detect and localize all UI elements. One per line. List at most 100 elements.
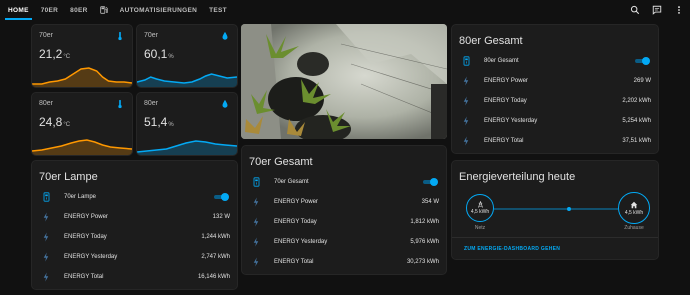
lamp-toggle-switch[interactable] xyxy=(213,193,229,201)
search-icon[interactable] xyxy=(630,5,640,15)
gesamt-80er-toggle-switch[interactable] xyxy=(634,57,650,65)
sensor-card-80er-humidity[interactable]: 80er 51,4% xyxy=(136,92,238,156)
row-value: 1,244 kWh xyxy=(201,234,230,240)
row-label: ENERGY Total xyxy=(274,259,314,265)
tab-test[interactable]: TEST xyxy=(203,0,233,20)
row-label: ENERGY Today xyxy=(274,219,317,225)
switch-row[interactable]: 80er Gesamt xyxy=(452,51,658,71)
sensor-row-yesterday[interactable]: ENERGY Yesterday 2,747 kWh xyxy=(32,247,237,267)
card-title: 70er Gesamt xyxy=(249,156,313,168)
row-value: 1,812 kWh xyxy=(410,219,439,225)
energy-dashboard-link[interactable]: ZUM ENERGIE-DASHBOARD GEHEN xyxy=(464,246,560,252)
row-label: ENERGY Yesterday xyxy=(64,254,118,260)
grid-label: Netz xyxy=(474,225,486,231)
transmission-tower-icon xyxy=(477,201,483,208)
plant-photo xyxy=(241,24,447,139)
entities-card-80er-gesamt: 80er Gesamt 80er Gesamt ENERGY Power 269… xyxy=(451,24,659,154)
lightning-bolt-icon xyxy=(463,136,469,146)
card-title: 80er Gesamt xyxy=(459,35,523,47)
grid-value: 4,5 kWh xyxy=(470,209,490,215)
lightning-bolt-icon xyxy=(463,116,469,126)
lightning-bolt-icon xyxy=(43,212,49,222)
row-label: ENERGY Total xyxy=(64,274,104,280)
tab-home[interactable]: HOME xyxy=(2,0,35,20)
lightning-bolt-icon xyxy=(43,232,49,242)
sensor-row-power[interactable]: ENERGY Power 269 W xyxy=(452,71,658,91)
energy-distribution-card: Energieverteilung heute 4,5 kWh Netz 4,5… xyxy=(451,160,659,260)
row-value: 16,146 kWh xyxy=(197,274,230,280)
sensor-name: 70er xyxy=(144,32,159,39)
sensor-row-total[interactable]: ENERGY Total 16,146 kWh xyxy=(32,267,237,287)
row-value: 2,202 kWh xyxy=(622,98,651,104)
row-label: ENERGY Today xyxy=(484,98,527,104)
sensor-row-power[interactable]: ENERGY Power 132 W xyxy=(32,207,237,227)
more-options-icon[interactable] xyxy=(674,5,684,15)
card-title: 70er Lampe xyxy=(39,171,98,183)
water-drop-icon xyxy=(222,99,228,108)
lightning-bolt-icon xyxy=(463,76,469,86)
entities-card-70er-lampe: 70er Lampe 70er Lampe ENERGY Power 132 W… xyxy=(31,160,238,290)
lightning-bolt-icon xyxy=(463,96,469,106)
home-label: Zuhause xyxy=(624,225,644,231)
sensor-row-total[interactable]: ENERGY Total 30,273 kWh xyxy=(242,252,446,272)
gesamt-toggle-switch[interactable] xyxy=(422,178,438,186)
history-graph xyxy=(32,67,132,87)
sensor-name: 70er xyxy=(39,32,54,39)
card-divider xyxy=(452,237,658,238)
lightning-bolt-icon xyxy=(253,237,259,247)
sensor-row-yesterday[interactable]: ENERGY Yesterday 5,254 kWh xyxy=(452,111,658,131)
sensor-row-today[interactable]: ENERGY Today 1,244 kWh xyxy=(32,227,237,247)
row-value: 2,747 kWh xyxy=(201,254,230,260)
row-value: 269 W xyxy=(633,78,651,84)
lightning-bolt-icon xyxy=(253,217,259,227)
sensor-card-80er-temperature[interactable]: 80er 24,8°C xyxy=(31,92,133,156)
row-label: ENERGY Today xyxy=(64,234,107,240)
assist-chat-icon[interactable] xyxy=(652,5,662,15)
sensor-row-total[interactable]: ENERGY Total 37,51 kWh xyxy=(452,131,658,151)
row-value: 5,254 kWh xyxy=(622,118,651,124)
sensor-name: 80er xyxy=(144,100,159,107)
history-graph xyxy=(137,140,237,155)
sensor-name: 80er xyxy=(39,100,54,107)
tab-automatisierungen[interactable]: AUTOMATISIERUNGEN xyxy=(114,0,203,20)
lightning-bolt-icon xyxy=(43,272,49,282)
row-label: ENERGY Yesterday xyxy=(274,239,328,245)
grow-tent-camera-image[interactable] xyxy=(241,24,447,139)
row-value: 132 W xyxy=(212,214,230,220)
lightning-bolt-icon xyxy=(253,257,259,267)
power-socket-icon xyxy=(43,192,49,202)
power-socket-icon xyxy=(253,177,259,187)
history-graph xyxy=(32,139,132,155)
sensor-row-yesterday[interactable]: ENERGY Yesterday 5,976 kWh xyxy=(242,232,446,252)
water-drop-icon xyxy=(222,31,228,40)
top-navigation-bar: HOME 70ER 80ER AUTOMATISIERUNGEN TEST xyxy=(0,0,690,20)
home-node[interactable]: 4,5 kWh xyxy=(618,192,650,224)
row-value: 37,51 kWh xyxy=(622,138,651,144)
row-value: 5,976 kWh xyxy=(410,239,439,245)
switch-row[interactable]: 70er Lampe xyxy=(32,187,237,207)
tab-energy-icon[interactable] xyxy=(98,0,110,20)
row-label: ENERGY Yesterday xyxy=(484,118,538,124)
tab-70er[interactable]: 70ER xyxy=(35,0,64,20)
entities-card-70er-gesamt: 70er Gesamt 70er Gesamt ENERGY Power 354… xyxy=(241,145,447,275)
tab-80er[interactable]: 80ER xyxy=(64,0,93,20)
grid-node[interactable]: 4,5 kWh xyxy=(466,194,494,222)
lightning-bolt-icon xyxy=(43,252,49,262)
row-label: ENERGY Power xyxy=(484,78,528,84)
switch-label: 70er Gesamt xyxy=(274,179,309,185)
home-icon xyxy=(630,201,638,208)
thermometer-icon xyxy=(118,31,122,41)
sensor-row-today[interactable]: ENERGY Today 2,202 kWh xyxy=(452,91,658,111)
sensor-row-power[interactable]: ENERGY Power 354 W xyxy=(242,192,446,212)
row-label: ENERGY Total xyxy=(484,138,524,144)
row-label: ENERGY Power xyxy=(274,199,318,205)
switch-row[interactable]: 70er Gesamt xyxy=(242,172,446,192)
fuel-pump-icon xyxy=(99,6,108,14)
row-value: 30,273 kWh xyxy=(406,259,439,265)
sensor-row-today[interactable]: ENERGY Today 1,812 kWh xyxy=(242,212,446,232)
switch-label: 80er Gesamt xyxy=(484,58,519,64)
sensor-card-70er-humidity[interactable]: 70er 60,1% xyxy=(136,24,238,88)
sensor-card-70er-temperature[interactable]: 70er 21,2°C xyxy=(31,24,133,88)
row-value: 354 W xyxy=(421,199,439,205)
thermometer-icon xyxy=(118,99,122,109)
